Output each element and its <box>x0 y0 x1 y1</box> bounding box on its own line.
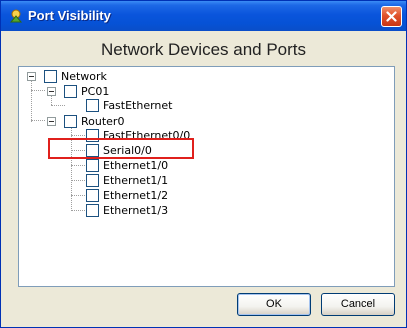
tree-node-port: FastEthernet <box>86 98 173 112</box>
tree-node-port: Ethernet1/1 <box>86 173 168 187</box>
tree-connector <box>71 165 85 166</box>
close-icon <box>386 11 397 22</box>
tree-node-pc01: PC01 <box>47 84 109 98</box>
port-label: Ethernet1/3 <box>103 203 169 217</box>
tree-node-port: Ethernet1/0 <box>86 158 168 172</box>
port-label: Ethernet1/1 <box>103 173 169 187</box>
tree-connector <box>71 135 85 136</box>
router0-label: Router0 <box>81 114 125 128</box>
router0-checkbox[interactable] <box>64 114 77 128</box>
ok-button[interactable]: OK <box>237 293 311 316</box>
pc01-label: PC01 <box>81 84 110 98</box>
port-checkbox[interactable] <box>86 98 99 112</box>
tree-connector <box>31 90 45 91</box>
tree-node-router0: Router0 <box>47 114 124 128</box>
tree-connector <box>71 195 85 196</box>
port-checkbox[interactable] <box>86 188 99 202</box>
tree-node-port: Ethernet1/2 <box>86 188 168 202</box>
dialog-heading: Network Devices and Ports <box>100 40 307 59</box>
window-title: Port Visibility <box>28 8 111 23</box>
port-label: Ethernet1/0 <box>103 158 169 172</box>
title-bar[interactable]: Port Visibility <box>1 1 406 31</box>
port-checkbox[interactable] <box>86 173 99 187</box>
tree-node-port: Ethernet1/3 <box>86 203 168 217</box>
close-button[interactable] <box>381 6 402 27</box>
collapse-icon[interactable] <box>27 71 36 81</box>
port-visibility-dialog: Port Visibility Network Devices and Port… <box>0 0 407 328</box>
app-icon <box>9 9 23 23</box>
tree-node-network: Network <box>27 69 107 83</box>
tree-connector <box>71 210 85 211</box>
network-label: Network <box>61 69 107 83</box>
tree-connector <box>31 120 45 121</box>
port-checkbox[interactable] <box>86 158 99 172</box>
collapse-icon[interactable] <box>47 86 56 96</box>
port-label: Ethernet1/2 <box>103 188 169 202</box>
highlight-box <box>48 138 194 159</box>
port-checkbox[interactable] <box>86 203 99 217</box>
collapse-icon[interactable] <box>47 116 56 126</box>
cancel-button[interactable]: Cancel <box>321 293 395 316</box>
tree-connector <box>71 180 85 181</box>
tree-connector <box>51 105 65 106</box>
pc01-checkbox[interactable] <box>64 84 77 98</box>
tree-connector <box>31 80 32 122</box>
port-label: FastEthernet <box>103 98 173 112</box>
device-port-tree[interactable]: Network PC01 FastEthernet Router0 FastEt… <box>18 66 395 287</box>
network-checkbox[interactable] <box>44 69 57 83</box>
